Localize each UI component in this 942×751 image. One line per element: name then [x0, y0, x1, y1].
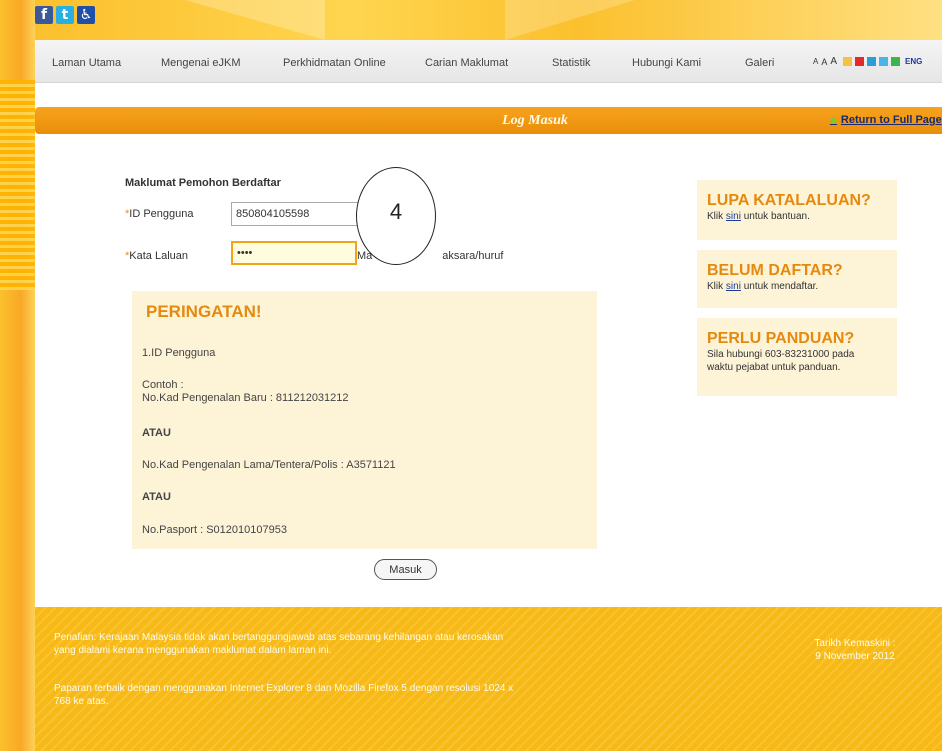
language-english-button[interactable]: ENG	[905, 57, 922, 66]
footer-updated: Tarikh Kemaskini : 9 November 2012	[795, 637, 915, 663]
font-large-button[interactable]: A	[830, 56, 837, 67]
theme-yellow-button[interactable]	[843, 57, 853, 66]
password-label-text: Kata Laluan	[129, 250, 188, 262]
theme-blue-button[interactable]	[867, 57, 877, 66]
forgot-text-pre: Klik	[707, 211, 726, 222]
theme-lightblue-button[interactable]	[879, 57, 889, 66]
forgot-password-title: LUPA KATALALUAN?	[707, 192, 871, 209]
password-input[interactable]	[231, 241, 357, 265]
forgot-password-text: Klik sini untuk bantuan.	[707, 210, 887, 223]
password-hint-end: aksara/huruf	[442, 250, 504, 262]
theme-red-button[interactable]	[855, 57, 865, 66]
footer-updated-label: Tarikh Kemaskini :	[814, 638, 896, 649]
register-box: BELUM DAFTAR? Klik sini untuk mendaftar.	[697, 250, 897, 308]
user-id-label-text: ID Pengguna	[129, 208, 194, 220]
nav-statistik[interactable]: Statistik	[552, 57, 591, 69]
facebook-icon[interactable]: f	[35, 6, 53, 24]
font-small-button[interactable]: A	[813, 57, 818, 66]
warning-line: No.Pasport : S012010107953	[142, 524, 287, 536]
step-number-annotation: 4	[356, 167, 436, 265]
form-heading: Maklumat Pemohon Berdaftar	[125, 177, 281, 189]
forgot-text-post: untuk bantuan.	[740, 211, 810, 222]
footer-updated-date: 9 November 2012	[815, 651, 895, 662]
footer-browser-line: Paparan terbaik dengan menggunakan Inter…	[54, 683, 514, 694]
display-tools: A A A ENG	[813, 56, 922, 67]
guide-box: PERLU PANDUAN? Sila hubungi 603-83231000…	[697, 318, 897, 396]
nav-hubungi-kami[interactable]: Hubungi Kami	[632, 57, 701, 69]
left-decor-strip	[0, 0, 35, 751]
register-link[interactable]: sini	[726, 281, 741, 292]
banner-ray	[505, 0, 635, 40]
warning-line: Contoh :	[142, 379, 184, 391]
submit-button[interactable]: Masuk	[374, 559, 437, 580]
nav-galeri[interactable]: Galeri	[745, 57, 774, 69]
footer-disclaimer-line: yang dialami kerana menggunakan maklumat…	[54, 645, 332, 656]
twitter-icon[interactable]: t	[56, 6, 74, 24]
page-title-bar: Log Masuk ◆ Return to Full Page	[35, 107, 942, 134]
warning-line: 1.ID Pengguna	[142, 347, 216, 359]
main-nav: Laman Utama Mengenai eJKM Perkhidmatan O…	[35, 40, 942, 83]
nav-laman-utama[interactable]: Laman Utama	[52, 57, 121, 69]
warning-title: PERINGATAN!	[146, 302, 262, 321]
register-text-pre: Klik	[707, 281, 726, 292]
register-title: BELUM DAFTAR?	[707, 262, 843, 279]
footer: Penafian: Kerajaan Malaysia tidak akan b…	[35, 607, 942, 751]
register-text-post: untuk mendaftar.	[740, 281, 819, 292]
guide-line: Sila hubungi 603-83231000 pada	[707, 349, 855, 360]
nav-carian-maklumat[interactable]: Carian Maklumat	[425, 57, 508, 69]
warning-line: No.Kad Pengenalan Lama/Tentera/Polis : A…	[142, 459, 396, 471]
top-banner: f t ♿	[35, 0, 942, 40]
forgot-password-link[interactable]: sini	[726, 211, 741, 222]
warning-or: ATAU	[142, 491, 171, 503]
warning-or: ATAU	[142, 427, 171, 439]
theme-green-button[interactable]	[891, 57, 901, 66]
guide-title: PERLU PANDUAN?	[707, 330, 855, 347]
banner-ray	[185, 0, 325, 40]
footer-browser-line: 768 ke atas.	[54, 696, 109, 707]
footer-browser-note: Paparan terbaik dengan menggunakan Inter…	[54, 682, 513, 708]
return-full-page-link[interactable]: ◆ Return to Full Page	[830, 114, 942, 126]
guide-line: waktu pejabat untuk panduan.	[707, 362, 841, 373]
register-text: Klik sini untuk mendaftar.	[707, 280, 887, 293]
page-title: Log Masuk	[502, 113, 568, 128]
return-link-label: Return to Full Page	[840, 114, 942, 126]
arrow-right-icon: ◆	[830, 115, 837, 125]
user-id-label: *ID Pengguna	[125, 208, 194, 220]
forgot-password-box: LUPA KATALALUAN? Klik sini untuk bantuan…	[697, 180, 897, 240]
warning-box: PERINGATAN! 1.ID Pengguna Contoh : No.Ka…	[132, 291, 597, 549]
nav-mengenai-ejkm[interactable]: Mengenai eJKM	[161, 57, 241, 69]
footer-disclaimer-line: Penafian: Kerajaan Malaysia tidak akan b…	[54, 632, 504, 643]
nav-perkhidmatan-online[interactable]: Perkhidmatan Online	[283, 57, 386, 69]
social-links: f t ♿	[35, 6, 95, 24]
accessibility-icon[interactable]: ♿	[77, 6, 95, 24]
left-decor-stripes	[0, 80, 35, 290]
warning-line: No.Kad Pengenalan Baru : 811212031212	[142, 392, 349, 404]
footer-disclaimer: Penafian: Kerajaan Malaysia tidak akan b…	[54, 631, 503, 657]
password-label: *Kata Laluan	[125, 250, 188, 262]
font-medium-button[interactable]: A	[821, 57, 827, 67]
